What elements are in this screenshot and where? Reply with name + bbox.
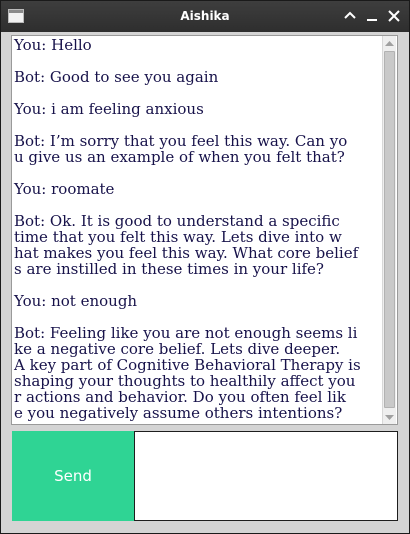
title-bar[interactable]: Aishika	[1, 1, 409, 32]
scrollbar-thumb[interactable]	[384, 51, 395, 408]
chat-line: e you negatively assume others intention…	[14, 404, 343, 422]
chat-line: You: i am feeling anxious	[14, 100, 204, 118]
chat-line	[14, 197, 379, 213]
chat-line: shaping your thoughts to healthily affec…	[14, 372, 356, 390]
chat-line: time that you felt this way. Lets dive i…	[14, 228, 342, 246]
chat-line: ke a negative core belief. Lets dive dee…	[14, 340, 341, 358]
scroll-up-arrow-icon[interactable]	[383, 36, 396, 50]
chat-line	[14, 165, 379, 181]
close-icon[interactable]	[385, 7, 403, 25]
chat-log-panel[interactable]: You: Hello Bot: Good to see you again Yo…	[11, 35, 398, 425]
scroll-down-arrow-icon[interactable]	[383, 409, 396, 423]
chat-line: Bot: Good to see you again	[14, 68, 219, 86]
chat-line: You: not enough	[14, 292, 138, 310]
chat-line: r actions and behavior. Do you often fee…	[14, 388, 346, 406]
chat-line: Bot: I’m sorry that you feel this way. C…	[14, 132, 348, 150]
chat-line: You: Hello	[14, 36, 92, 54]
chat-line: A key part of Cognitive Behavioral Thera…	[14, 356, 361, 374]
maximize-icon[interactable]	[341, 7, 359, 25]
chat-scrollbar[interactable]	[382, 36, 396, 424]
chat-line: hat makes you feel this way. What core b…	[14, 244, 359, 262]
chat-line	[14, 85, 379, 101]
chat-line: s are instilled in these times in your l…	[14, 260, 324, 278]
chat-line	[14, 309, 379, 325]
send-button[interactable]: Send	[12, 431, 134, 521]
chat-line	[14, 277, 379, 293]
minimize-icon[interactable]	[363, 7, 381, 25]
message-input[interactable]	[134, 431, 398, 521]
chat-line: You: roomate	[14, 180, 115, 198]
chat-line	[14, 53, 379, 69]
chat-line: Bot: Feeling like you are not enough see…	[14, 324, 358, 342]
chat-line: Bot: Ok. It is good to understand a spec…	[14, 212, 340, 230]
chat-line	[14, 117, 379, 133]
chat-line: u give us an example of when you felt th…	[14, 148, 345, 166]
chat-log: You: Hello Bot: Good to see you again Yo…	[14, 37, 379, 421]
app-window: Aishika You: Hello Bot: Good to see you …	[0, 0, 410, 534]
